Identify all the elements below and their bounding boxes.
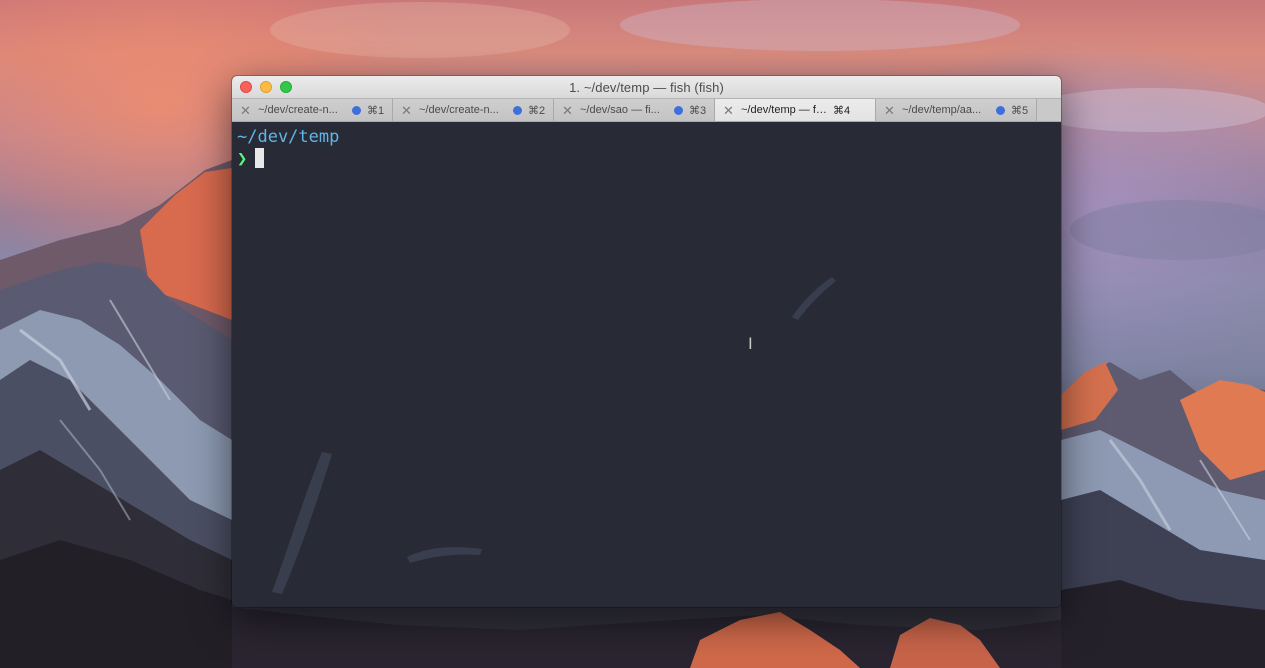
tab-label: ~/dev/create-n... — [258, 104, 338, 116]
prompt-symbol: ❯ — [237, 149, 248, 169]
tab-shortcut: ⌘2 — [528, 104, 546, 117]
tab-label: ~/dev/create-n... — [419, 104, 499, 116]
tab-bar-empty-area[interactable] — [1037, 99, 1061, 121]
tab-label: ~/dev/temp — fis... — [741, 104, 827, 116]
tab-close-icon[interactable]: ✕ — [401, 104, 413, 117]
tab-close-icon[interactable]: ✕ — [240, 104, 252, 117]
tab-5[interactable]: ✕ ~/dev/temp/aa... ⌘5 — [876, 99, 1037, 121]
terminal-window: 1. ~/dev/temp — fish (fish) ✕ ~/dev/crea… — [232, 76, 1061, 607]
tab-shortcut: ⌘1 — [367, 104, 385, 117]
close-window-button[interactable] — [240, 81, 252, 93]
tab-4-active[interactable]: ✕ ~/dev/temp — fis... ⌘4 — [715, 99, 876, 121]
tab-shortcut: ⌘3 — [689, 104, 707, 117]
tab-shortcut: ⌘5 — [1011, 104, 1029, 117]
wallpaper-bleed-through — [407, 547, 482, 563]
ibeam-cursor-icon: I — [748, 334, 753, 353]
activity-dot-icon — [996, 105, 1005, 115]
tab-1[interactable]: ✕ ~/dev/create-n... ⌘1 — [232, 99, 393, 121]
tab-close-icon[interactable]: ✕ — [884, 104, 896, 117]
desktop-wallpaper: 1. ~/dev/temp — fish (fish) ✕ ~/dev/crea… — [0, 0, 1265, 668]
title-bar[interactable]: 1. ~/dev/temp — fish (fish) — [232, 76, 1061, 98]
tab-label: ~/dev/sao — fi... — [580, 104, 660, 116]
traffic-lights — [240, 81, 292, 93]
tab-3[interactable]: ✕ ~/dev/sao — fi... ⌘3 — [554, 99, 715, 121]
zoom-window-button[interactable] — [280, 81, 292, 93]
cwd-line: ~/dev/temp — [237, 126, 1056, 148]
activity-dot-icon — [352, 105, 361, 115]
text-cursor — [255, 147, 265, 168]
tab-close-icon[interactable]: ✕ — [723, 104, 735, 117]
cwd-path: ~/dev/temp — [237, 127, 340, 147]
prompt-line[interactable]: ❯ — [237, 147, 1056, 170]
terminal-pane[interactable]: ~/dev/temp ❯ I — [232, 122, 1061, 607]
activity-dot-icon — [513, 105, 522, 115]
tab-label: ~/dev/temp/aa... — [902, 104, 982, 116]
wallpaper-bleed-through — [272, 452, 332, 594]
activity-dot-icon — [674, 105, 683, 115]
window-title: 1. ~/dev/temp — fish (fish) — [569, 79, 724, 95]
tab-close-icon[interactable]: ✕ — [562, 104, 574, 117]
wallpaper-bleed-through — [792, 277, 836, 320]
tab-shortcut: ⌘4 — [833, 104, 851, 117]
tab-bar: ✕ ~/dev/create-n... ⌘1 ✕ ~/dev/create-n.… — [232, 98, 1061, 122]
tab-2[interactable]: ✕ ~/dev/create-n... ⌘2 — [393, 99, 554, 121]
minimize-window-button[interactable] — [260, 81, 272, 93]
